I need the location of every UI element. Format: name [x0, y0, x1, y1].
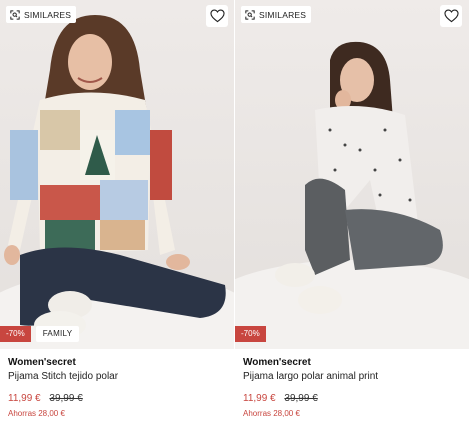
model-christmas-sweater-photo [0, 0, 234, 349]
product-image[interactable]: SIMILARES -70% FAMILY [0, 0, 234, 349]
product-image[interactable]: SIMILARES -70% [235, 0, 469, 349]
similar-button[interactable]: SIMILARES [241, 6, 312, 23]
savings-text: Ahorras 28,00 € [243, 409, 300, 418]
badges: -70% FAMILY [0, 326, 80, 342]
product-info[interactable]: Women'secret Pijama largo polar animal p… [243, 356, 467, 420]
price-current: 11,99 € [243, 393, 276, 404]
savings-text: Ahorras 28,00 € [8, 409, 65, 418]
scan-similar-icon [245, 9, 255, 20]
scan-similar-icon [10, 9, 20, 20]
discount-badge: -70% [0, 326, 31, 342]
price-current: 11,99 € [8, 393, 41, 404]
product-brand: Women'secret [8, 357, 76, 368]
model-animal-print-pajama-photo [235, 0, 469, 349]
product-card[interactable]: SIMILARES -70% Women'secret Pijama largo… [235, 0, 469, 432]
price-original: 39,99 € [49, 393, 83, 404]
badges: -70% [235, 326, 266, 342]
product-name[interactable]: Pijama Stitch tejido polar [8, 370, 232, 384]
similar-button[interactable]: SIMILARES [6, 6, 77, 23]
product-name[interactable]: Pijama largo polar animal print [243, 370, 467, 384]
discount-badge: -70% [235, 326, 266, 342]
price-original: 39,99 € [284, 393, 318, 404]
product-card[interactable]: SIMILARES -70% FAMILY Women'secret Pijam… [0, 0, 234, 432]
favorite-button[interactable] [206, 5, 228, 27]
similar-label: SIMILARES [24, 9, 72, 20]
favorite-button[interactable] [440, 5, 462, 27]
product-brand: Women'secret [243, 357, 311, 368]
price-row: 11,99 € 39,99 € [243, 392, 467, 406]
family-badge: FAMILY [35, 326, 80, 342]
price-row: 11,99 € 39,99 € [8, 392, 232, 406]
product-info[interactable]: Women'secret Pijama Stitch tejido polar … [8, 356, 232, 420]
similar-label: SIMILARES [259, 9, 307, 20]
heart-outline-icon [209, 9, 225, 23]
heart-outline-icon [443, 9, 459, 23]
